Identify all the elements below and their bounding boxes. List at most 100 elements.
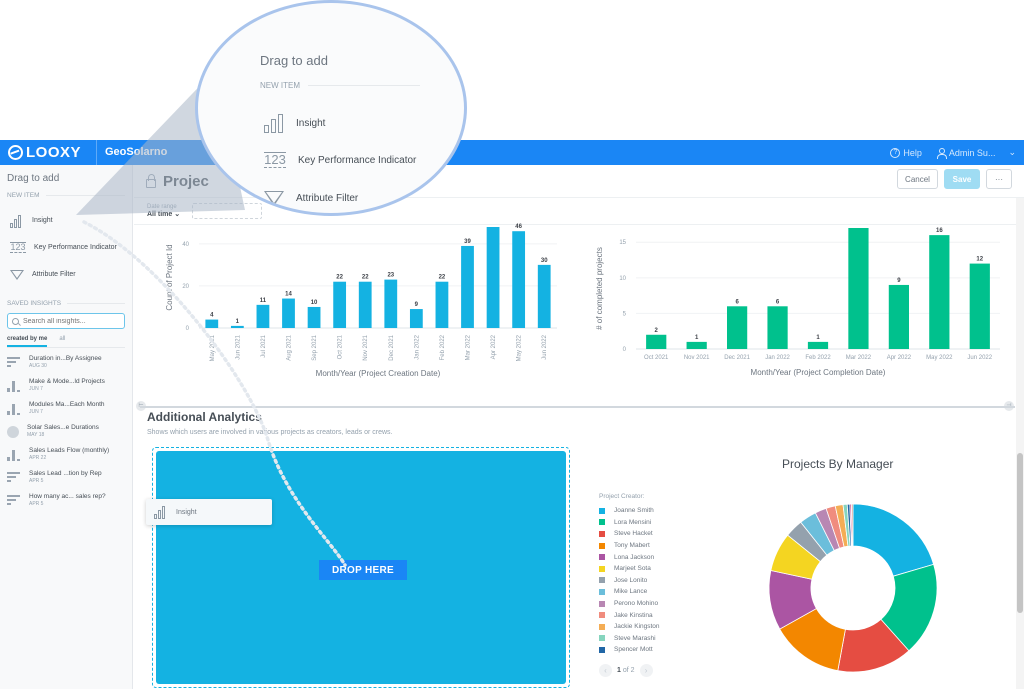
search-insights-field[interactable] bbox=[7, 313, 125, 329]
filter-drop-placeholder[interactable] bbox=[192, 203, 263, 219]
data-label: 14 bbox=[285, 292, 292, 298]
cancel-button[interactable]: Cancel bbox=[897, 169, 938, 189]
saved-insight-title: Solar Sales...e Durations bbox=[27, 424, 99, 431]
user-name: Admin Su... bbox=[948, 147, 996, 158]
tab-created-by-me[interactable]: created by me bbox=[7, 336, 48, 347]
saved-insight-item[interactable]: How many ac... sales rep? APR 5 bbox=[7, 490, 125, 513]
more-options-button[interactable]: ··· bbox=[986, 169, 1012, 189]
new-item-attribute-filter[interactable]: Attribute Filter bbox=[0, 261, 132, 288]
new-item-label: Key Performance Indicator bbox=[34, 244, 117, 251]
pie-chart-icon bbox=[7, 426, 19, 438]
insight-filter-tabs: created by me all bbox=[7, 329, 125, 348]
legend-swatch bbox=[599, 507, 605, 514]
legend-item[interactable]: Jose Lonito bbox=[599, 575, 660, 587]
next-page-button[interactable]: › bbox=[639, 663, 653, 677]
date-range-filter[interactable]: Date range All time ⌄ bbox=[147, 204, 180, 218]
legend-swatch bbox=[599, 577, 605, 584]
saved-insight-item[interactable]: Duration in...By Assignee AUG 30 bbox=[7, 352, 125, 375]
workspace-name[interactable]: GeoSolarno bbox=[96, 140, 167, 165]
legend-item[interactable]: Steve Hacket bbox=[599, 528, 660, 540]
data-label: 12 bbox=[976, 257, 983, 263]
saved-insight-item[interactable]: Solar Sales...e Durations MAY 18 bbox=[7, 421, 125, 444]
legend-item[interactable]: Lora Mensini bbox=[599, 517, 660, 529]
kpi-123-icon: 123 bbox=[10, 242, 26, 253]
legend-item[interactable]: Steve Marashi bbox=[599, 633, 660, 645]
scrollbar-thumb[interactable] bbox=[1017, 453, 1023, 613]
data-label: 4 bbox=[210, 313, 214, 319]
saved-insight-item[interactable]: Sales Lead ...tion by Rep APR 5 bbox=[7, 467, 125, 490]
legend-swatch bbox=[599, 565, 605, 572]
y-tick-label: 15 bbox=[619, 240, 626, 246]
divider bbox=[45, 195, 125, 196]
legend-swatch bbox=[599, 600, 605, 607]
data-label: 1 bbox=[236, 319, 240, 325]
magnifier-item-label: Attribute Filter bbox=[296, 193, 359, 204]
dragged-insight-item[interactable]: Insight bbox=[146, 499, 272, 525]
tab-all[interactable]: all bbox=[59, 336, 65, 347]
legend-swatch bbox=[599, 542, 605, 549]
help-link[interactable]: ? Help bbox=[890, 147, 922, 158]
legend-item[interactable]: Spencer Mott bbox=[599, 644, 660, 656]
bar bbox=[205, 319, 219, 328]
data-label: 11 bbox=[260, 298, 267, 304]
new-item-section-header: NEW ITEM bbox=[0, 184, 132, 199]
legend-item[interactable]: Marjeet Sota bbox=[599, 563, 660, 575]
data-label: 30 bbox=[541, 258, 548, 264]
legend-item[interactable]: Joanne Smith bbox=[599, 505, 660, 517]
donut-slice bbox=[852, 503, 935, 577]
kpi-123-icon: 123 bbox=[264, 152, 286, 168]
logo-icon bbox=[8, 145, 23, 160]
x-axis-label: Month/Year (Project Creation Date) bbox=[316, 369, 441, 378]
sidebar-title: Drag to add bbox=[7, 173, 60, 184]
projects-by-manager-chart bbox=[767, 502, 939, 679]
y-axis-label: # of completed projects bbox=[595, 247, 604, 330]
lock-icon[interactable] bbox=[146, 173, 156, 188]
legend-swatch bbox=[599, 623, 605, 630]
save-button[interactable]: Save bbox=[944, 169, 980, 189]
new-item-kpi[interactable]: 123 Key Performance Indicator bbox=[0, 234, 132, 261]
legend-item[interactable]: Lona Jackson bbox=[599, 551, 660, 563]
user-menu[interactable]: Admin Su... ⌄ bbox=[936, 147, 1016, 159]
section-title[interactable]: Additional Analytics bbox=[147, 410, 262, 424]
legend-item[interactable]: Mike Lance bbox=[599, 586, 660, 598]
divider bbox=[308, 85, 420, 86]
new-item-insight[interactable]: Insight bbox=[0, 207, 132, 234]
x-tick-label: Aug 2021 bbox=[287, 334, 293, 360]
legend-swatch bbox=[599, 554, 605, 561]
vertical-scrollbar[interactable] bbox=[1016, 198, 1024, 689]
top-navigation-bar: LOOXY GeoSolarno ? Help Admin Su... ⌄ bbox=[0, 140, 1024, 165]
saved-insight-item[interactable]: Modules Ma...Each Month JUN 7 bbox=[7, 398, 125, 421]
dashboard-title[interactable]: Projec bbox=[163, 173, 209, 190]
data-label: 23 bbox=[387, 273, 394, 279]
data-label: 22 bbox=[336, 275, 343, 281]
saved-insight-item[interactable]: Make & Mode...ld Projects JUN 7 bbox=[7, 375, 125, 398]
saved-insight-date: JUN 7 bbox=[29, 409, 43, 415]
x-tick-label: Oct 2021 bbox=[338, 334, 344, 359]
drop-here-label: DROP HERE bbox=[319, 560, 407, 580]
data-label: 9 bbox=[897, 278, 901, 284]
section-description[interactable]: Shows which users are involved in variou… bbox=[147, 429, 393, 436]
prev-page-button[interactable]: ‹ bbox=[599, 663, 612, 677]
y-tick-label: 10 bbox=[619, 276, 626, 282]
legend-item[interactable]: Jake Kinstina bbox=[599, 609, 660, 621]
legend-item[interactable]: Perono Mohino bbox=[599, 598, 660, 610]
saved-insight-date: APR 5 bbox=[29, 501, 44, 507]
search-input[interactable] bbox=[23, 317, 123, 325]
bar bbox=[646, 334, 667, 349]
bar bbox=[807, 341, 829, 349]
section-label: NEW ITEM bbox=[7, 192, 40, 199]
x-tick-label: Mar 2022 bbox=[466, 334, 472, 360]
legend-label: Marjeet Sota bbox=[614, 565, 651, 573]
legend-item[interactable]: Jackie Kingston bbox=[599, 621, 660, 633]
saved-insight-title: Modules Ma...Each Month bbox=[29, 401, 105, 408]
data-label: 1 bbox=[695, 335, 699, 341]
legend-item[interactable]: Tony Mabert bbox=[599, 540, 660, 552]
app-window: LOOXY GeoSolarno ? Help Admin Su... ⌄ Dr… bbox=[0, 140, 1024, 689]
saved-insight-title: Duration in...By Assignee bbox=[29, 355, 102, 362]
divider bbox=[67, 303, 125, 304]
saved-insights-list: Duration in...By Assignee AUG 30 Make & Mo… bbox=[0, 348, 132, 517]
bar bbox=[435, 281, 449, 328]
x-tick-label: Feb 2022 bbox=[440, 334, 446, 360]
saved-insight-item[interactable]: Sales Leads Flow (monthly) APR 22 bbox=[7, 444, 125, 467]
looxy-logo[interactable]: LOOXY bbox=[0, 144, 96, 161]
